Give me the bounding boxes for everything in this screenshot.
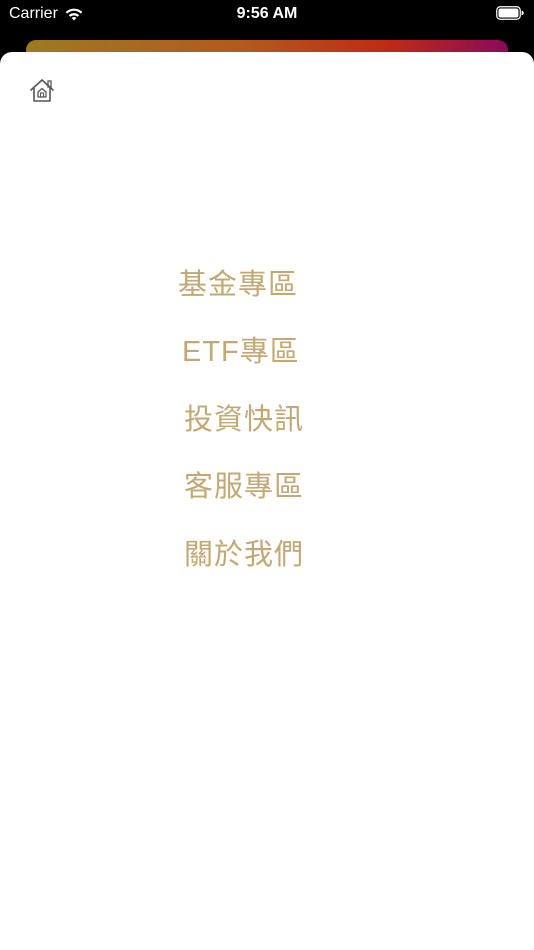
status-time: 9:56 AM <box>236 5 298 22</box>
menu-item-etf[interactable]: ETF專區 <box>182 328 300 370</box>
home-icon[interactable] <box>28 77 56 105</box>
menu-item-about-us[interactable]: 關於我們 <box>184 531 304 573</box>
battery-icon <box>496 6 524 20</box>
menu-item-investment-news[interactable]: 投資快訊 <box>184 396 304 438</box>
menu-item-customer-service[interactable]: 客服專區 <box>184 463 304 505</box>
status-bar: Carrier 9:56 AM <box>0 0 534 30</box>
menu-item-funds[interactable]: 基金專區 <box>178 261 298 303</box>
